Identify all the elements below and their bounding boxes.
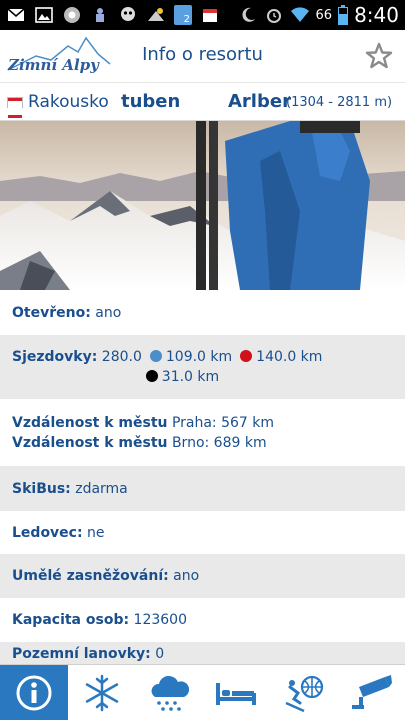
app-header: Zimní Alpy Info o resortu <box>0 30 405 83</box>
resort-photo <box>0 121 405 290</box>
info-row-distance: Vzdálenost k městu Praha: 567 km Vzdálen… <box>0 399 405 466</box>
red-slopes: 140.0 km <box>240 349 322 365</box>
clock: 8:40 <box>354 3 399 27</box>
distance-line-2: Vzdálenost k městu Brno: 689 km <box>12 435 267 451</box>
info-row-skibus: SkiBus: zdarma <box>0 466 405 511</box>
lifts-value: 0 <box>155 646 165 662</box>
chrome-icon <box>64 7 80 23</box>
snowmaking-value: ano <box>173 568 200 584</box>
distance-label: Vzdálenost k městu <box>12 414 168 431</box>
slopes-label: Sjezdovky: <box>12 349 98 365</box>
blue-slopes: 109.0 km <box>149 349 233 365</box>
nav-ski-map[interactable] <box>270 665 337 720</box>
black-slopes: 31.0 km <box>145 369 220 385</box>
blue-slopes-value: 109.0 km <box>165 349 233 365</box>
skier-globe-icon <box>285 675 323 713</box>
distance-value-2: Brno: 689 km <box>171 434 267 451</box>
austria-flag-icon <box>7 97 23 118</box>
battery-icon <box>338 5 349 25</box>
info-row-slopes: Sjezdovky: 280.0 109.0 km 140.0 km 31.0 … <box>0 335 405 399</box>
info-icon <box>16 675 52 711</box>
resort-name[interactable]: Arlber <box>228 91 291 112</box>
info-row-glacier: Ledovec: ne <box>0 511 405 554</box>
snowflake-icon <box>85 674 118 712</box>
distance-value-1: Praha: 567 km <box>171 414 275 431</box>
webcam-icon <box>352 675 393 709</box>
black-slopes-value: 31.0 km <box>161 369 220 385</box>
distance-label: Vzdálenost k městu <box>12 434 168 451</box>
wifi-icon <box>290 7 309 23</box>
red-dot-icon <box>240 350 253 362</box>
bottom-navigation <box>0 664 405 720</box>
glacier-value: ne <box>87 524 105 541</box>
resort-info-list: Otevřeno: ano Sjezdovky: 280.0 109.0 km … <box>0 290 405 668</box>
gallery-icon <box>35 7 53 23</box>
alarm-icon <box>266 9 281 23</box>
status-bar: 2 66 8:40 <box>0 0 405 30</box>
slopes-total: 280.0 <box>101 349 142 365</box>
lifts-label: Pozemní lanovky: <box>12 646 151 662</box>
nav-snow[interactable] <box>68 665 135 720</box>
distance-line-1: Vzdálenost k městu Praha: 567 km <box>12 415 274 431</box>
month-label[interactable]: tuben <box>121 91 180 112</box>
info-row-capacity: Kapacita osob: 123600 <box>0 598 405 642</box>
info-row-open: Otevřeno: ano <box>0 290 405 335</box>
skibus-value: zdarma <box>75 480 128 497</box>
skull-icon <box>121 7 135 21</box>
capacity-label: Kapacita osob: <box>12 612 130 628</box>
nav-info[interactable] <box>0 665 68 720</box>
nav-weather[interactable] <box>135 665 202 720</box>
moon-icon <box>241 7 255 22</box>
nav-accommodation[interactable] <box>203 665 270 720</box>
mail-icon <box>7 8 25 21</box>
location-bar: Rakousko tuben Arlber (1304 - 2811 m) <box>0 83 405 121</box>
favorite-star-icon[interactable] <box>365 42 393 70</box>
country-label[interactable]: Rakousko <box>28 92 109 112</box>
red-slopes-value: 140.0 km <box>256 349 323 365</box>
black-dot-icon <box>145 370 158 382</box>
nav-webcam[interactable] <box>338 665 405 720</box>
skibus-label: SkiBus: <box>12 480 71 497</box>
snow-cloud-icon <box>151 675 190 711</box>
capacity-value: 123600 <box>133 612 187 628</box>
bed-icon <box>216 683 257 705</box>
open-label: Otevřeno: <box>12 304 91 321</box>
open-value: ano <box>95 304 122 321</box>
android-icon <box>96 8 104 22</box>
battery-level: 66 <box>315 7 333 23</box>
elevation-range: (1304 - 2811 m) <box>286 95 393 110</box>
weather-icon <box>148 8 164 21</box>
notification-badge: 2 <box>174 5 192 25</box>
snowmaking-label: Umělé zasněžování: <box>12 568 169 584</box>
calendar-icon <box>203 9 217 22</box>
glacier-label: Ledovec: <box>12 524 83 541</box>
page-title: Info o resortu <box>142 44 263 65</box>
info-row-snowmaking: Umělé zasněžování: ano <box>0 554 405 598</box>
blue-dot-icon <box>149 350 162 362</box>
